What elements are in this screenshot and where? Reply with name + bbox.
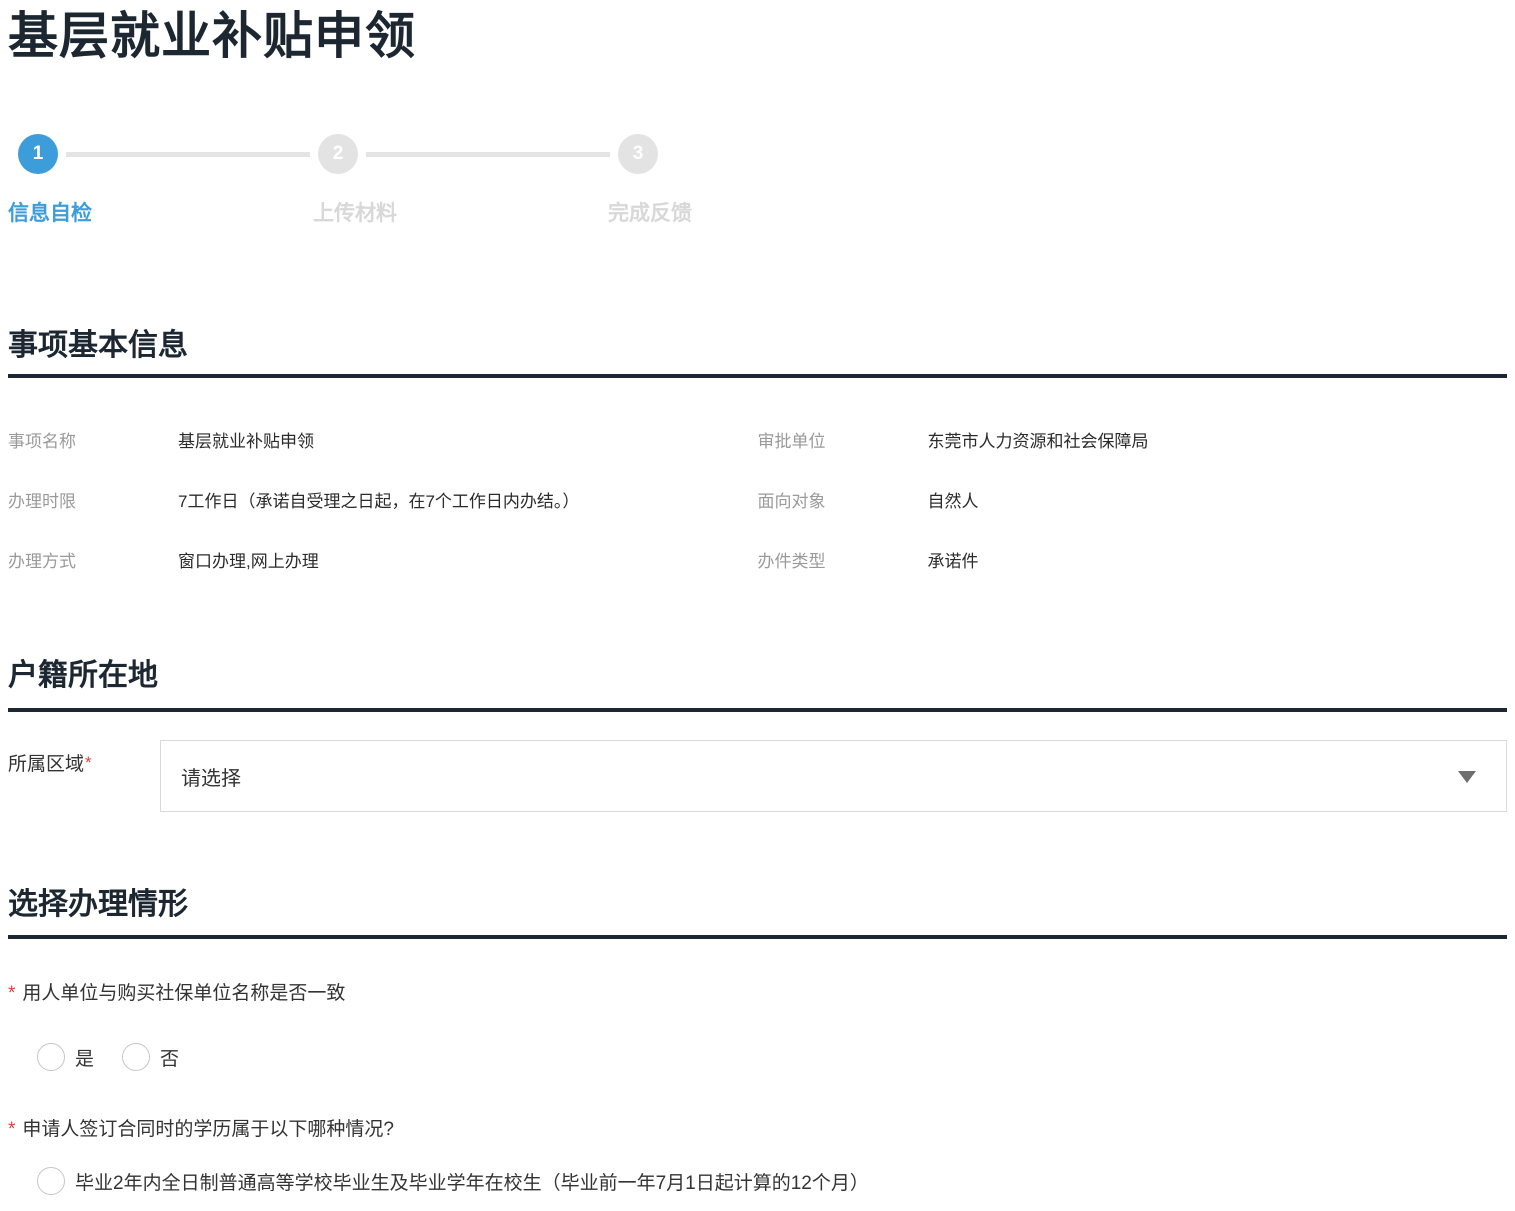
region-select-value: 请选择 bbox=[181, 762, 241, 791]
radio-option-graduate[interactable]: 毕业2年内全日制普通高等学校毕业生及毕业学年在校生（毕业前一年7月1日起计算的1… bbox=[37, 1167, 869, 1195]
step-3-number: 3 bbox=[633, 143, 644, 165]
field-value-target-audience: 自然人 bbox=[928, 491, 979, 513]
field-label-item-name: 事项名称 bbox=[8, 431, 178, 453]
required-asterisk: * bbox=[8, 983, 15, 1004]
radio-label: 是 bbox=[75, 1044, 94, 1071]
section-title-residence: 户籍所在地 bbox=[8, 660, 1507, 692]
table-row: 事项名称 基层就业补贴申领 审批单位 东莞市人力资源和社会保障局 bbox=[8, 431, 1507, 453]
field-value-approval-unit: 东莞市人力资源和社会保障局 bbox=[928, 431, 1149, 453]
region-field-label: 所属区域* bbox=[8, 740, 160, 812]
basic-info-grid: 事项名称 基层就业补贴申领 审批单位 东莞市人力资源和社会保障局 办理时限 7工… bbox=[8, 431, 1507, 573]
step-2-number: 2 bbox=[333, 143, 344, 165]
required-asterisk: * bbox=[85, 753, 92, 772]
page-title: 基层就业补贴申领 bbox=[8, 2, 1507, 70]
question-education-status-options: 毕业2年内全日制普通高等学校毕业生及毕业学年在校生（毕业前一年7月1日起计算的1… bbox=[8, 1167, 1507, 1195]
field-value-time-limit: 7工作日（承诺自受理之日起，在7个工作日内办结。） bbox=[178, 491, 579, 513]
field-label-handling-method: 办理方式 bbox=[8, 551, 178, 573]
step-1-circle: 1 bbox=[18, 134, 58, 174]
radio-option-yes[interactable]: 是 bbox=[37, 1043, 94, 1071]
field-label-time-limit: 办理时限 bbox=[8, 491, 178, 513]
step-connector-1 bbox=[66, 152, 310, 157]
field-value-item-name: 基层就业补贴申领 bbox=[178, 431, 314, 453]
chevron-down-icon bbox=[1458, 771, 1476, 783]
main-content: 基层就业补贴申领 1 2 3 信息自检 上传材料 完成反馈 事项基本信息 事项名… bbox=[0, 2, 1515, 1195]
question-text: 申请人签订合同时的学历属于以下哪种情况? bbox=[22, 1119, 394, 1140]
step-1-number: 1 bbox=[33, 143, 44, 165]
radio-label: 毕业2年内全日制普通高等学校毕业生及毕业学年在校生（毕业前一年7月1日起计算的1… bbox=[75, 1168, 869, 1195]
field-value-case-type: 承诺件 bbox=[928, 551, 979, 573]
field-label-approval-unit: 审批单位 bbox=[758, 431, 928, 453]
step-3-label: 完成反馈 bbox=[608, 197, 692, 227]
question-employer-match: * 用人单位与购买社保单位名称是否一致 bbox=[8, 982, 1507, 1006]
radio-button-icon[interactable] bbox=[122, 1043, 150, 1071]
required-asterisk: * bbox=[8, 1119, 15, 1140]
question-employer-match-options: 是 否 bbox=[8, 1043, 1507, 1071]
section-rule-situation bbox=[8, 935, 1507, 939]
step-2-circle: 2 bbox=[318, 134, 358, 174]
radio-option-no[interactable]: 否 bbox=[122, 1043, 179, 1071]
section-title-basic-info: 事项基本信息 bbox=[8, 330, 1507, 362]
radio-button-icon[interactable] bbox=[37, 1043, 65, 1071]
region-form-row: 所属区域* 请选择 bbox=[8, 740, 1507, 812]
step-connector-2 bbox=[366, 152, 610, 157]
step-3-circle: 3 bbox=[618, 134, 658, 174]
table-row: 办理时限 7工作日（承诺自受理之日起，在7个工作日内办结。） 面向对象 自然人 bbox=[8, 491, 1507, 513]
radio-label: 否 bbox=[160, 1044, 179, 1071]
progress-stepper: 1 2 3 信息自检 上传材料 完成反馈 bbox=[8, 134, 1507, 227]
section-rule-basic-info bbox=[8, 374, 1507, 378]
step-2-label: 上传材料 bbox=[313, 197, 397, 227]
question-education-status: * 申请人签订合同时的学历属于以下哪种情况? bbox=[8, 1118, 1507, 1142]
section-title-situation: 选择办理情形 bbox=[8, 889, 1507, 921]
table-row: 办理方式 窗口办理,网上办理 办件类型 承诺件 bbox=[8, 551, 1507, 573]
radio-button-icon[interactable] bbox=[37, 1167, 65, 1195]
section-rule-residence bbox=[8, 708, 1507, 712]
region-select[interactable]: 请选择 bbox=[160, 740, 1507, 812]
field-label-target-audience: 面向对象 bbox=[758, 491, 928, 513]
question-text: 用人单位与购买社保单位名称是否一致 bbox=[22, 983, 345, 1004]
field-label-case-type: 办件类型 bbox=[758, 551, 928, 573]
step-1-label: 信息自检 bbox=[8, 197, 92, 227]
field-value-handling-method: 窗口办理,网上办理 bbox=[178, 551, 319, 573]
